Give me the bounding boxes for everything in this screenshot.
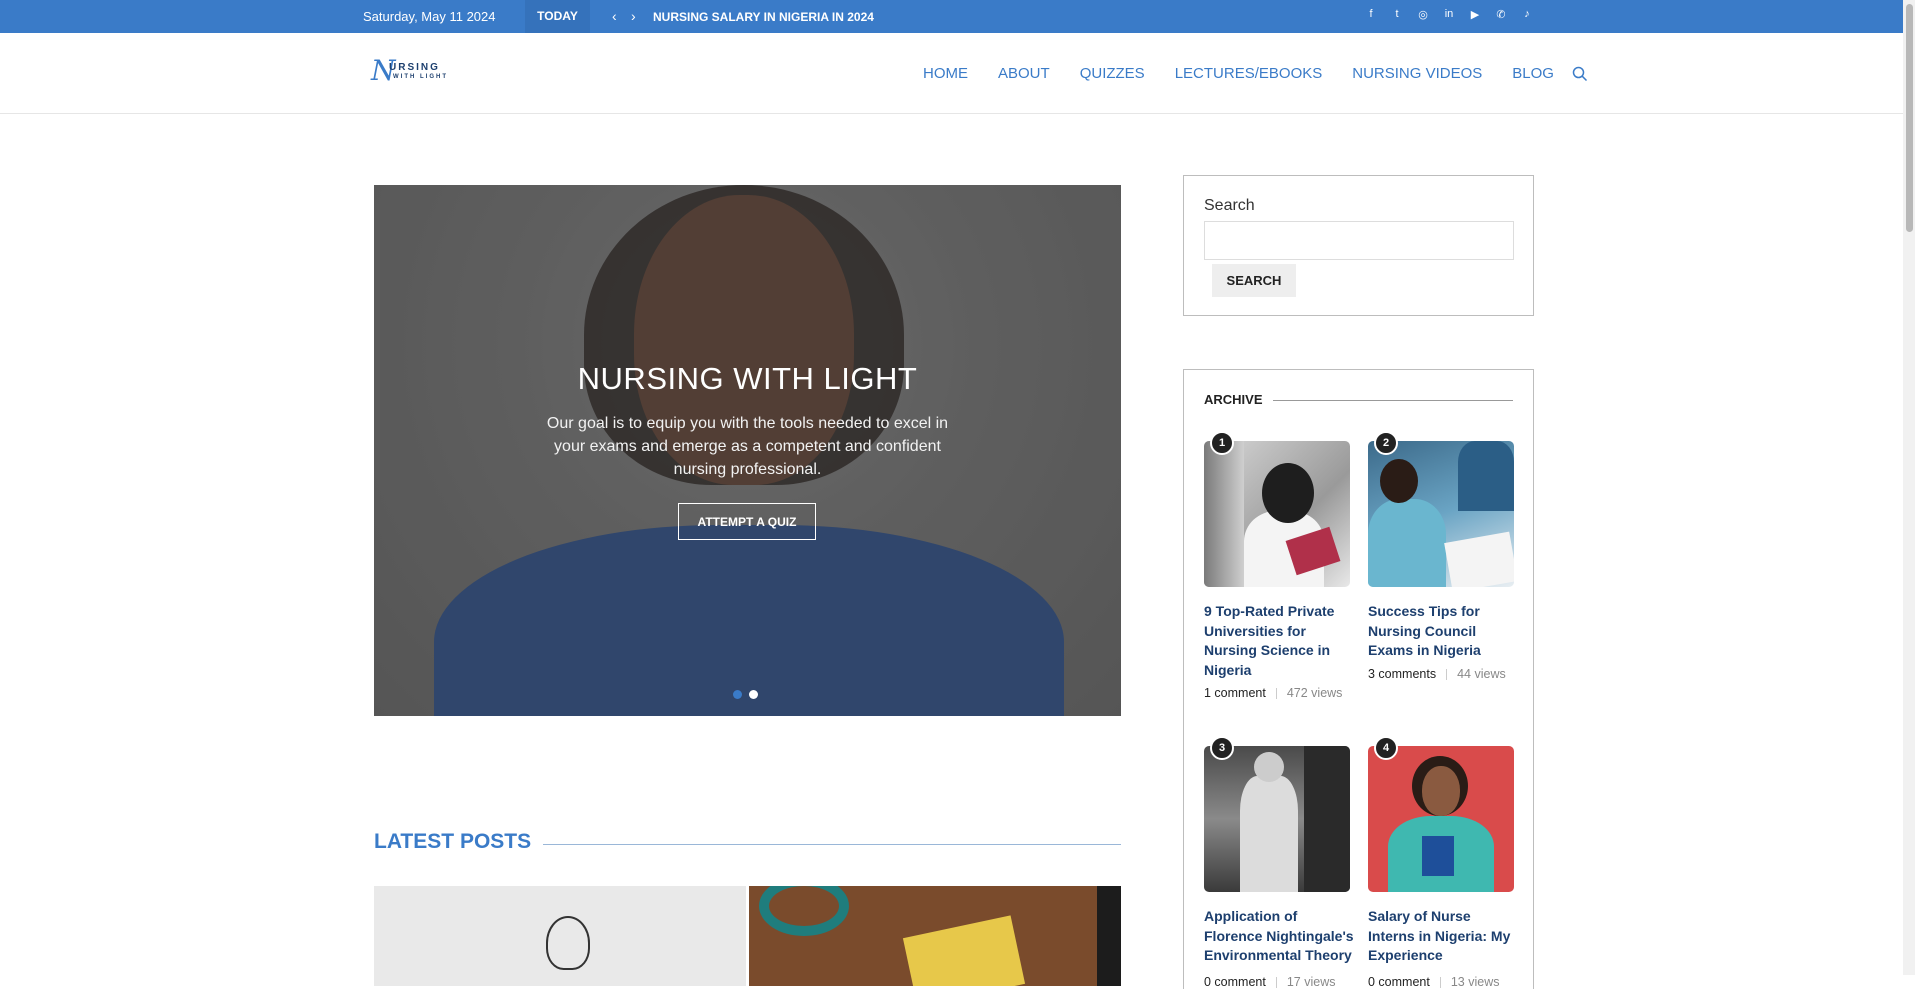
archive-item-meta: 0 comment 13 views bbox=[1368, 974, 1518, 991]
instagram-icon[interactable]: ◎ bbox=[1415, 6, 1431, 22]
comment-count[interactable]: 3 comments bbox=[1368, 667, 1436, 681]
slider-dot-1[interactable] bbox=[733, 690, 742, 699]
latest-posts-section: LATEST POSTS bbox=[374, 830, 1121, 854]
meta-separator bbox=[1446, 669, 1448, 681]
menu-item-lectures[interactable]: LECTURES/EBOOKS bbox=[1175, 65, 1323, 82]
rank-badge: 2 bbox=[1374, 431, 1398, 455]
logo-text-line1: URSING bbox=[389, 62, 440, 73]
menu-item-blog[interactable]: BLOG bbox=[1512, 65, 1554, 82]
slider-dot-2[interactable] bbox=[749, 690, 758, 699]
search-button[interactable]: SEARCH bbox=[1212, 264, 1296, 297]
comment-count[interactable]: 0 comment bbox=[1368, 975, 1430, 989]
archive-item-image[interactable] bbox=[1368, 746, 1514, 892]
ticker-next-button[interactable]: › bbox=[631, 0, 636, 33]
hero-slider: NURSING WITH LIGHT Our goal is to equip … bbox=[374, 185, 1121, 716]
search-widget: Search SEARCH bbox=[1183, 175, 1534, 316]
search-input[interactable] bbox=[1204, 221, 1514, 260]
post-thumbnail[interactable] bbox=[374, 886, 746, 986]
youtube-icon[interactable]: ▶ bbox=[1467, 6, 1483, 22]
archive-item-image[interactable] bbox=[1204, 746, 1350, 892]
attempt-quiz-button[interactable]: ATTEMPT A QUIZ bbox=[678, 503, 816, 540]
whatsapp-icon[interactable]: ✆ bbox=[1493, 6, 1509, 22]
search-label: Search bbox=[1204, 197, 1255, 214]
hero-title: NURSING WITH LIGHT bbox=[577, 361, 918, 396]
logo-text-line2: WITH LIGHT bbox=[393, 74, 448, 80]
linkedin-icon[interactable]: in bbox=[1441, 6, 1457, 22]
menu-item-quizzes[interactable]: QUIZZES bbox=[1080, 65, 1145, 82]
meta-separator bbox=[1275, 688, 1277, 700]
page-scrollbar[interactable] bbox=[1903, 0, 1915, 975]
hero-description: Our goal is to equip you with the tools … bbox=[546, 415, 949, 478]
scrollbar-thumb[interactable] bbox=[1906, 4, 1913, 232]
news-ticker-link[interactable]: NURSING SALARY IN NIGERIA IN 2024 bbox=[653, 0, 874, 34]
rank-badge: 4 bbox=[1374, 736, 1398, 760]
menu-item-home[interactable]: HOME bbox=[923, 65, 968, 82]
current-date: Saturday, May 11 2024 bbox=[363, 9, 496, 24]
view-count: 472 views bbox=[1286, 686, 1343, 700]
archive-item-title[interactable]: 9 Top-Rated Private Universities for Nur… bbox=[1204, 602, 1354, 680]
notebook-image bbox=[902, 915, 1026, 986]
lightbulb-image bbox=[546, 916, 590, 970]
archive-item-meta: 0 comment 17 views bbox=[1204, 974, 1354, 991]
view-count: 44 views bbox=[1457, 667, 1506, 681]
archive-widget: ARCHIVE 1 9 Top-Rated Private Universiti… bbox=[1183, 369, 1534, 989]
twitter-icon[interactable]: t bbox=[1389, 6, 1405, 22]
archive-item-title[interactable]: Success Tips for Nursing Council Exams i… bbox=[1368, 602, 1518, 661]
archive-item-meta: 3 comments 44 views bbox=[1368, 666, 1518, 683]
tiktok-icon[interactable]: ♪ bbox=[1519, 6, 1535, 22]
archive-item-meta: 1 comment 472 views bbox=[1204, 685, 1354, 702]
today-label: TODAY bbox=[525, 0, 590, 33]
search-icon[interactable] bbox=[1572, 66, 1588, 82]
main-menu: HOME ABOUT QUIZZES LECTURES/EBOOKS NURSI… bbox=[923, 33, 1588, 114]
ticker-prev-button[interactable]: ‹ bbox=[612, 0, 617, 33]
latest-posts-heading: LATEST POSTS bbox=[374, 830, 544, 854]
archive-item-title[interactable]: Salary of Nurse Interns in Nigeria: My E… bbox=[1368, 907, 1518, 966]
archive-heading: ARCHIVE bbox=[1204, 392, 1273, 407]
slider-dots bbox=[733, 690, 758, 699]
site-logo[interactable]: N URSING WITH LIGHT bbox=[371, 57, 461, 85]
meta-separator bbox=[1275, 977, 1277, 989]
keyboard-image bbox=[1097, 886, 1121, 986]
view-count: 17 views bbox=[1286, 975, 1336, 989]
headphones-image bbox=[759, 886, 849, 936]
rank-badge: 1 bbox=[1210, 431, 1234, 455]
view-count: 13 views bbox=[1450, 975, 1500, 989]
post-thumbnail[interactable] bbox=[749, 886, 1121, 986]
archive-item-title[interactable]: Application of Florence Nightingale's En… bbox=[1204, 907, 1354, 966]
menu-item-about[interactable]: ABOUT bbox=[998, 65, 1050, 82]
meta-separator bbox=[1439, 977, 1441, 989]
facebook-icon[interactable]: f bbox=[1363, 6, 1379, 22]
comment-count[interactable]: 1 comment bbox=[1204, 686, 1266, 700]
site-header: N URSING WITH LIGHT HOME ABOUT QUIZZES L… bbox=[0, 33, 1903, 114]
archive-item-image[interactable] bbox=[1204, 441, 1350, 587]
social-links: f t ◎ in ▶ ✆ ♪ bbox=[1363, 6, 1535, 22]
menu-item-nursing-videos[interactable]: NURSING VIDEOS bbox=[1352, 65, 1482, 82]
top-bar: Saturday, May 11 2024 TODAY ‹ › NURSING … bbox=[0, 0, 1903, 33]
archive-item-image[interactable] bbox=[1368, 441, 1514, 587]
rank-badge: 3 bbox=[1210, 736, 1234, 760]
comment-count[interactable]: 0 comment bbox=[1204, 975, 1266, 989]
